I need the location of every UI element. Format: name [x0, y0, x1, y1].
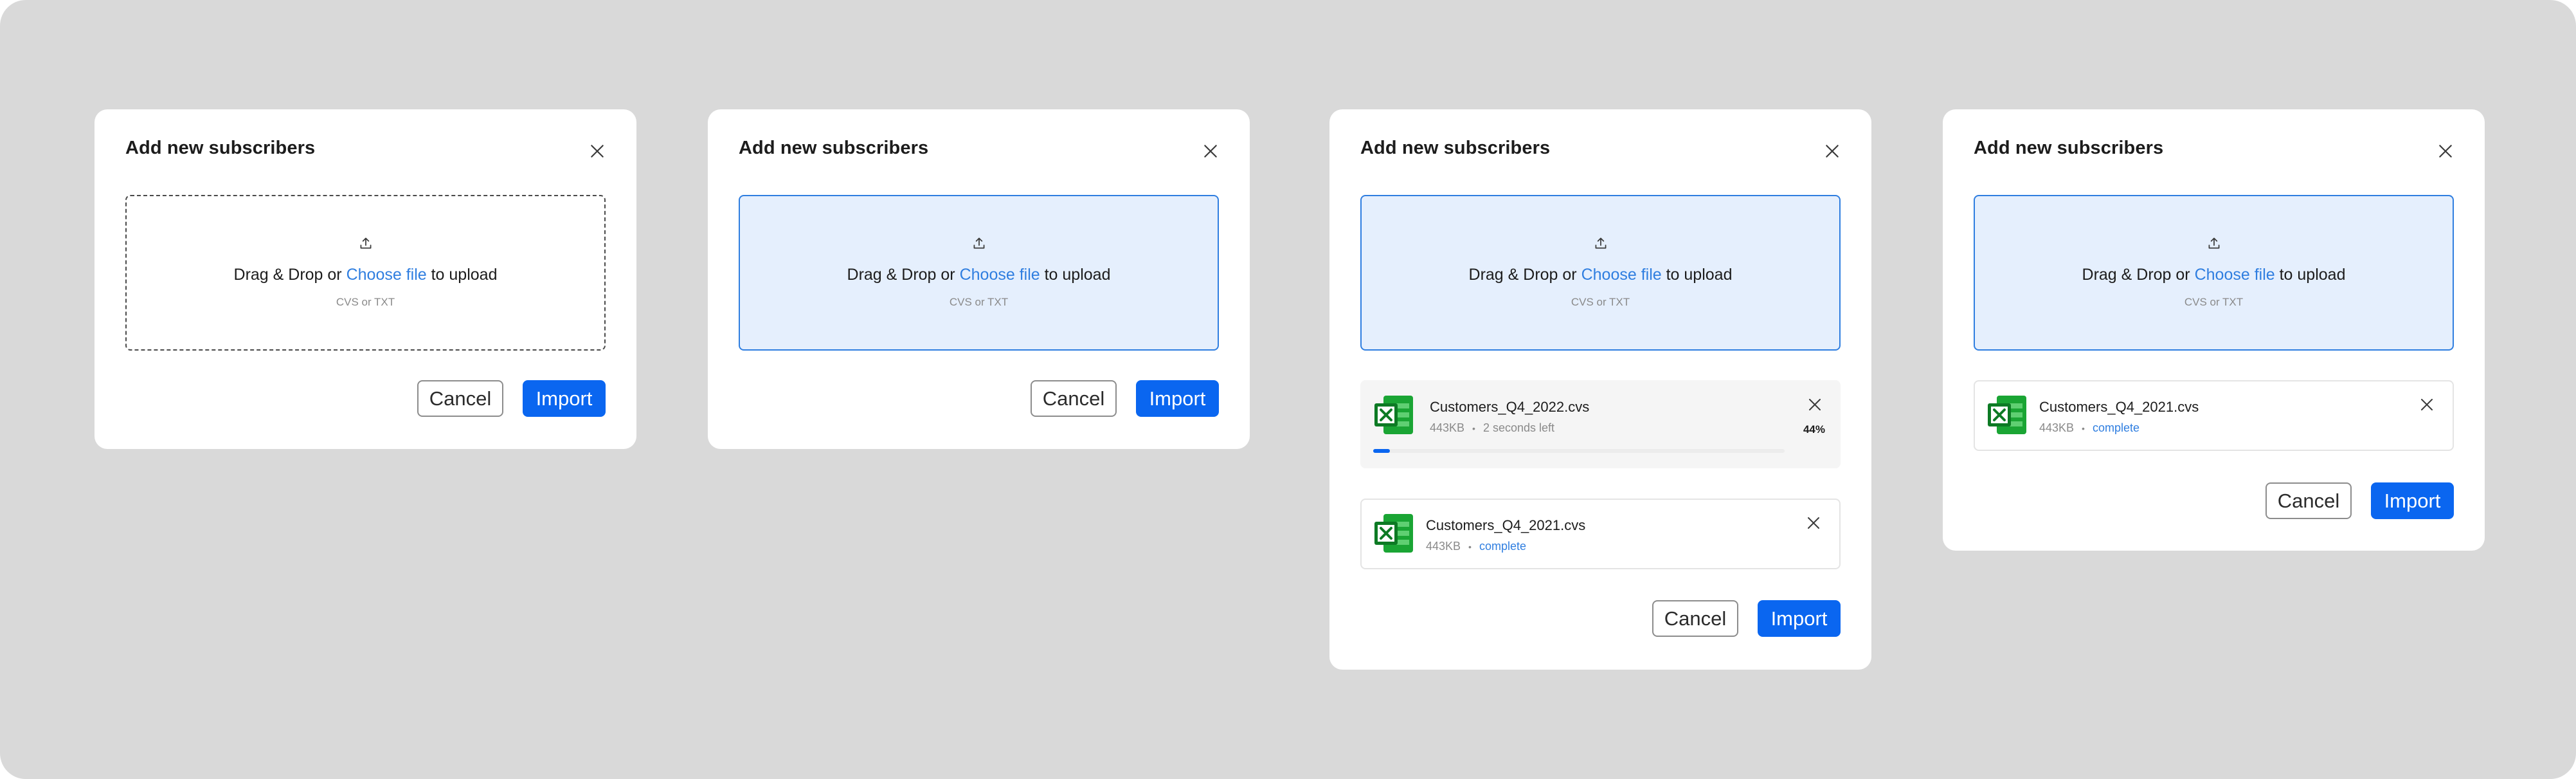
upload-icon	[2208, 237, 2219, 249]
meta-separator: •	[2082, 423, 2085, 434]
excel-file-icon	[1988, 396, 2026, 434]
file-type-hint: CVS or TXT	[1571, 296, 1630, 308]
upload-icon	[973, 237, 984, 249]
close-icon[interactable]	[589, 143, 606, 160]
modal-title: Add new subscribers	[739, 138, 929, 158]
close-icon[interactable]	[1824, 143, 1841, 160]
file-upload-item: Customers_Q4_2022.cvs 443KB • 2 seconds …	[1360, 380, 1841, 468]
choose-file-link[interactable]: Choose file	[2195, 266, 2275, 284]
upload-progress-bar	[1373, 449, 1785, 453]
dropzone-instructions: Drag & Drop or Choose file to upload	[233, 266, 498, 284]
file-meta: 443KB • complete	[1426, 540, 1526, 553]
remove-file-icon[interactable]	[1807, 397, 1823, 412]
import-button[interactable]: Import	[523, 380, 606, 417]
modal-title: Add new subscribers	[125, 138, 316, 158]
dropzone-instructions: Drag & Drop or Choose file to upload	[1468, 266, 1733, 284]
file-dropzone[interactable]: Drag & Drop or Choose file to upload CVS…	[1974, 195, 2454, 351]
remove-file-icon[interactable]	[2419, 397, 2435, 412]
choose-file-link[interactable]: Choose file	[1581, 266, 1662, 284]
cancel-button[interactable]: Cancel	[417, 380, 503, 417]
upload-icon	[360, 237, 371, 249]
meta-separator: •	[1468, 541, 1472, 552]
close-icon[interactable]	[1202, 143, 1219, 160]
file-size: 443KB	[2039, 421, 2075, 434]
add-subscribers-modal-hover: Add new subscribers Drag & Drop or Choos…	[708, 109, 1250, 449]
cancel-button[interactable]: Cancel	[2265, 482, 2352, 519]
upload-percent: 44%	[1803, 423, 1825, 435]
modal-title: Add new subscribers	[1360, 138, 1551, 158]
choose-file-link[interactable]: Choose file	[960, 266, 1040, 284]
add-subscribers-modal-uploading: Add new subscribers Drag & Drop or Choos…	[1329, 109, 1871, 670]
cancel-button[interactable]: Cancel	[1031, 380, 1117, 417]
dropzone-instructions: Drag & Drop or Choose file to upload	[2082, 266, 2346, 284]
add-subscribers-modal-idle: Add new subscribers Drag & Drop or Choos…	[95, 109, 636, 449]
file-type-hint: CVS or TXT	[336, 296, 395, 308]
modal-title: Add new subscribers	[1974, 138, 2164, 158]
file-name: Customers_Q4_2021.cvs	[2039, 399, 2199, 415]
choose-file-link[interactable]: Choose file	[347, 266, 427, 284]
dropzone-instructions: Drag & Drop or Choose file to upload	[847, 266, 1111, 284]
cancel-button[interactable]: Cancel	[1652, 600, 1738, 637]
close-icon[interactable]	[2437, 143, 2454, 160]
file-type-hint: CVS or TXT	[2184, 296, 2244, 308]
file-upload-item: Customers_Q4_2021.cvs 443KB • complete	[1974, 380, 2454, 451]
import-button[interactable]: Import	[1758, 600, 1841, 637]
file-type-hint: CVS or TXT	[949, 296, 1009, 308]
remove-file-icon[interactable]	[1806, 515, 1821, 531]
file-meta: 443KB • 2 seconds left	[1430, 421, 1554, 435]
excel-file-icon	[1374, 396, 1413, 434]
canvas-background: Add new subscribers Drag & Drop or Choos…	[0, 0, 2576, 779]
file-meta: 443KB • complete	[2039, 421, 2139, 435]
file-dropzone[interactable]: Drag & Drop or Choose file to upload CVS…	[125, 195, 606, 351]
excel-file-icon	[1374, 514, 1413, 553]
file-dropzone[interactable]: Drag & Drop or Choose file to upload CVS…	[1360, 195, 1841, 351]
file-upload-item: Customers_Q4_2021.cvs 443KB • complete	[1360, 499, 1841, 569]
file-name: Customers_Q4_2021.cvs	[1426, 517, 1586, 533]
import-button[interactable]: Import	[1136, 380, 1219, 417]
upload-icon	[1595, 237, 1606, 249]
file-size: 443KB	[1426, 540, 1461, 553]
meta-separator: •	[1472, 423, 1475, 434]
upload-status: complete	[2092, 421, 2139, 434]
import-button[interactable]: Import	[2371, 482, 2454, 519]
upload-status: complete	[1479, 540, 1526, 553]
add-subscribers-modal-complete: Add new subscribers Drag & Drop or Choos…	[1943, 109, 2485, 551]
file-dropzone[interactable]: Drag & Drop or Choose file to upload CVS…	[739, 195, 1219, 351]
upload-progress-fill	[1373, 449, 1390, 453]
time-remaining: 2 seconds left	[1482, 421, 1555, 434]
file-size: 443KB	[1430, 421, 1465, 434]
file-name: Customers_Q4_2022.cvs	[1430, 399, 1590, 415]
